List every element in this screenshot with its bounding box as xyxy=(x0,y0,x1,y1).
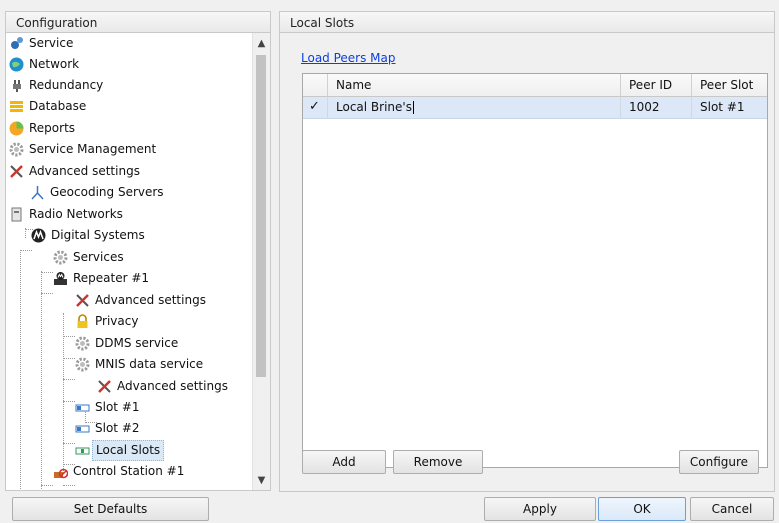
configuration-panel: Configuration Service Network Redundancy Da… xyxy=(5,11,271,492)
motorola-logo-icon xyxy=(31,228,46,243)
tree-item-label: Digital Systems xyxy=(51,228,145,242)
row-name: Local Brine's xyxy=(336,100,412,114)
network-globe-icon xyxy=(9,57,24,72)
redundancy-plug-icon xyxy=(9,78,24,93)
remove-button[interactable]: Remove xyxy=(393,450,483,474)
scrollbar-thumb[interactable] xyxy=(256,55,266,377)
tree-item-label: Slot #1 xyxy=(95,400,140,414)
tree-item-label: Redundancy xyxy=(29,78,104,92)
row-peer-slot[interactable]: Slot #1 xyxy=(692,97,767,118)
wrench-screwdriver-icon xyxy=(75,293,90,308)
table-row[interactable]: ✓ Local Brine's 1002 Slot #1 xyxy=(303,97,767,119)
lock-icon xyxy=(75,314,90,329)
configuration-tree[interactable]: Service Network Redundancy Database Reports S… xyxy=(5,33,271,491)
tree-item-label: MNIS data service xyxy=(95,357,204,371)
tree-item-label: Repeater #1 xyxy=(73,271,150,285)
gear-icon xyxy=(9,142,24,157)
control-station-icon xyxy=(53,464,69,479)
repeater-icon xyxy=(53,271,68,286)
tree-item-label: Control Station #1 xyxy=(73,464,185,478)
tree-item-label: Radio Networks xyxy=(29,207,123,221)
row-checkbox-icon[interactable]: ✓ xyxy=(309,100,321,113)
grid-header-peer-slot[interactable]: Peer Slot xyxy=(692,74,767,97)
tree-item-label: Privacy xyxy=(95,314,139,328)
configure-button[interactable]: Configure xyxy=(679,450,759,474)
database-icon xyxy=(9,99,24,114)
radio-icon xyxy=(9,207,24,222)
tree-scrollbar[interactable]: ▲ ▼ xyxy=(252,33,270,490)
tree-item-label: DDMS service xyxy=(95,336,179,350)
tree-item-label: Reports xyxy=(29,121,76,135)
row-peer-id[interactable]: 1002 xyxy=(621,97,692,118)
row-name-cell[interactable]: Local Brine's xyxy=(328,97,621,118)
tree-item-label: Database xyxy=(29,99,87,113)
grid-checkbox-header xyxy=(303,74,328,97)
local-slots-grid[interactable]: Name Peer ID Peer Slot ✓ Local Brine's 1… xyxy=(302,73,768,468)
gear-icon xyxy=(75,336,90,351)
tree-item-label: Services xyxy=(73,250,124,264)
slot-icon xyxy=(75,400,90,415)
reports-icon xyxy=(9,121,24,136)
ok-button[interactable]: OK xyxy=(598,497,686,521)
tree-item-label: Advanced settings xyxy=(29,164,140,178)
grid-header-peer-id[interactable]: Peer ID xyxy=(621,74,692,97)
tree-item-label: Advanced settings xyxy=(117,379,228,393)
scroll-up-arrow-icon[interactable]: ▲ xyxy=(253,35,270,53)
tree-item-label: Service Management xyxy=(29,142,157,156)
local-slots-header: Local Slots xyxy=(279,11,775,33)
text-caret xyxy=(412,101,414,114)
grid-header-name[interactable]: Name xyxy=(328,74,621,97)
apply-button[interactable]: Apply xyxy=(484,497,596,521)
cancel-button[interactable]: Cancel xyxy=(690,497,774,521)
tree-item-label: Slot #2 xyxy=(95,421,140,435)
gear-icon xyxy=(75,357,90,372)
configuration-header: Configuration xyxy=(5,11,271,33)
wrench-screwdriver-icon xyxy=(97,379,112,394)
local-slots-icon xyxy=(75,443,90,458)
slot-icon xyxy=(75,421,90,436)
gear-icon xyxy=(53,250,68,265)
geocoding-icon xyxy=(30,185,45,200)
add-button[interactable]: Add xyxy=(302,450,386,474)
tree-item-label: Local Slots xyxy=(92,440,165,461)
local-slots-panel: Local Slots Load Peers Map Name Peer ID … xyxy=(279,11,775,492)
service-gears-icon xyxy=(9,36,24,51)
scroll-down-arrow-icon[interactable]: ▼ xyxy=(253,472,270,490)
load-peers-map-link[interactable]: Load Peers Map xyxy=(301,51,396,65)
tree-item-label: Network xyxy=(29,57,80,71)
tree-item-label: Geocoding Servers xyxy=(50,185,164,199)
tree-item-label: Advanced settings xyxy=(95,293,206,307)
wrench-screwdriver-icon xyxy=(9,164,24,179)
set-defaults-button[interactable]: Set Defaults xyxy=(12,497,209,521)
tree-item-label: Service xyxy=(29,36,74,50)
